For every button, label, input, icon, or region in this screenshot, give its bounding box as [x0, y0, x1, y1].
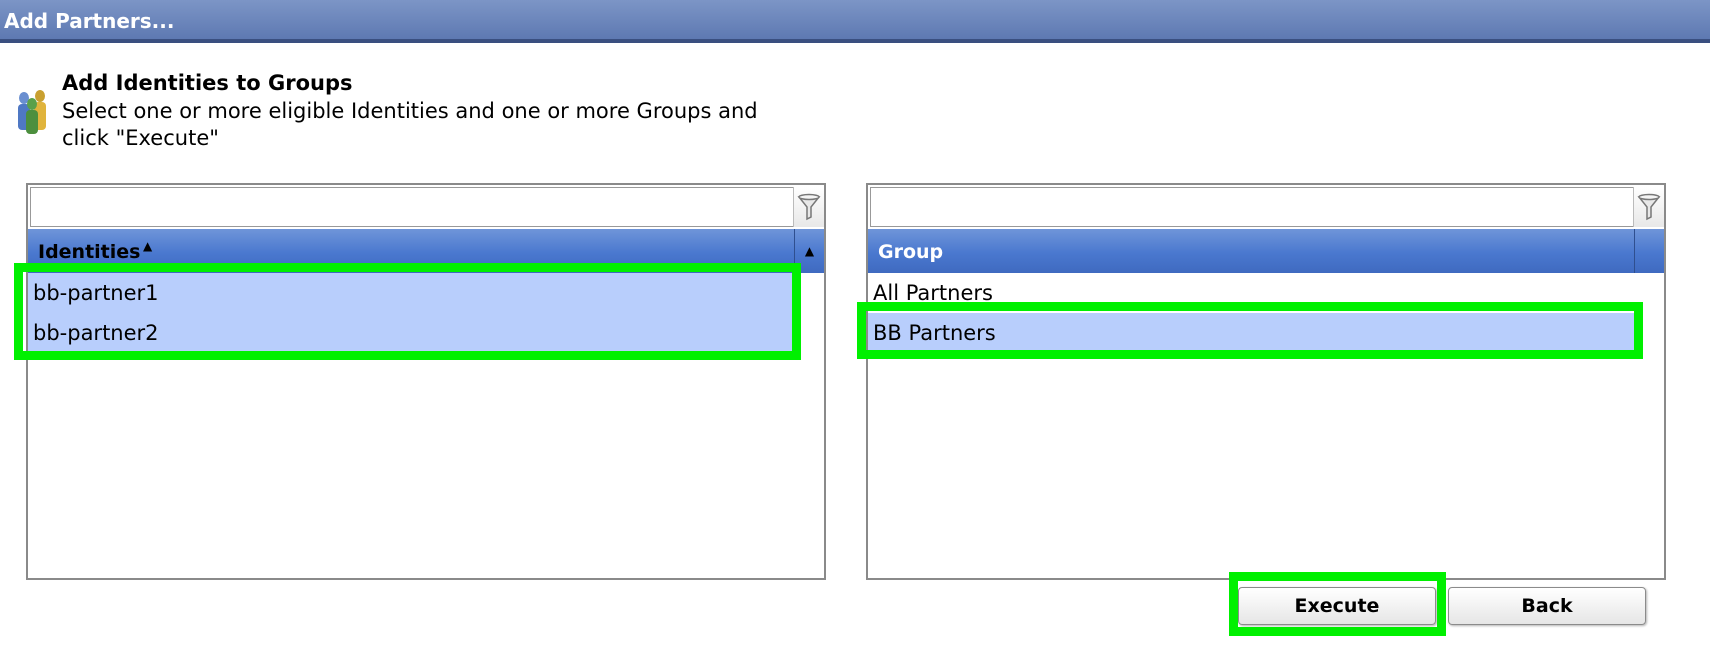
identities-column-header[interactable]: Identities ▲ ▲: [28, 229, 824, 273]
scroll-up-icon[interactable]: ▲: [794, 229, 824, 273]
sort-ascending-icon: ▲: [143, 239, 153, 253]
filter-icon[interactable]: [793, 187, 824, 227]
scroll-cell[interactable]: [1634, 229, 1664, 273]
filter-icon[interactable]: [1633, 187, 1664, 227]
identities-list: bb-partner1 bb-partner2: [28, 273, 824, 353]
identities-list-panel: Identities ▲ ▲ bb-partner1 bb-partner2: [26, 183, 826, 580]
identities-column-label: Identities: [38, 241, 141, 263]
list-item[interactable]: bb-partner1: [28, 273, 792, 313]
execute-button[interactable]: Execute: [1238, 587, 1436, 625]
page-heading: Add Identities to Groups: [62, 71, 353, 95]
list-item[interactable]: All Partners: [868, 273, 1634, 313]
groups-column-label: Group: [878, 241, 944, 263]
window-title: Add Partners...: [4, 9, 175, 33]
back-button[interactable]: Back: [1448, 587, 1646, 625]
page-description: Select one or more eligible Identities a…: [62, 99, 758, 150]
window-titlebar: Add Partners...: [0, 0, 1710, 43]
list-item[interactable]: BB Partners: [868, 313, 1634, 353]
groups-list-panel: Group All Partners BB Partners: [866, 183, 1666, 580]
list-item[interactable]: bb-partner2: [28, 313, 792, 353]
groups-filter-input[interactable]: [870, 187, 1634, 227]
people-group-icon: [14, 88, 50, 136]
groups-list: All Partners BB Partners: [868, 273, 1664, 353]
groups-column-header[interactable]: Group: [868, 229, 1664, 273]
identities-filter-input[interactable]: [30, 187, 794, 227]
